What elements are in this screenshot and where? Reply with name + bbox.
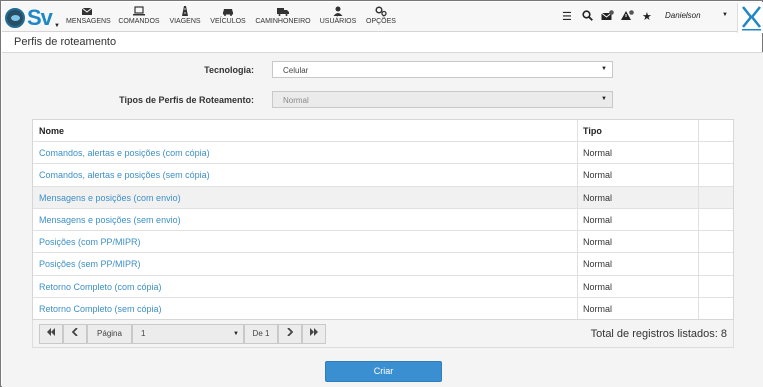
row-tipo: Normal: [578, 275, 699, 298]
envelope-icon: [81, 7, 93, 15]
row-tipo: Normal: [578, 164, 699, 186]
row-actions-cell: [699, 253, 733, 274]
row-tipo: Normal: [578, 208, 699, 231]
nav-viagens-label: VIAGENS: [169, 18, 201, 25]
row-tipo: Normal: [578, 231, 699, 253]
brand-logo-icon: [737, 3, 763, 33]
pagination-bar: Página 1 ▼ De 1 Total de registros lista…: [32, 320, 734, 348]
row-nome-link[interactable]: Retorno Completo (com cópia): [33, 275, 578, 298]
column-header-tipo[interactable]: Tipo: [578, 120, 699, 141]
table-row[interactable]: Mensagens e posições (sem envio) Normal: [33, 207, 733, 231]
user-icon: [333, 6, 343, 16]
table-row[interactable]: Mensagens e posições (com envio) Normal: [33, 185, 733, 208]
nav-opcoes-label: OPÇÕES: [366, 18, 396, 25]
table-row[interactable]: Comandos, alertas e posições (com cópia)…: [33, 141, 733, 164]
row-nome-link[interactable]: Posições (sem PP/MIPR): [33, 253, 578, 275]
nav-comandos-label: COMANDOS: [118, 18, 160, 25]
cogs-icon: [375, 6, 387, 16]
alert-notification-icon[interactable]: [621, 10, 634, 24]
table-row[interactable]: Posições (com PP/MIPR) Normal: [33, 230, 733, 253]
row-actions-cell: [699, 142, 733, 163]
logo-text: Sv: [27, 4, 53, 30]
logo-globe-icon: [5, 7, 25, 28]
user-name[interactable]: Danielson: [665, 11, 701, 20]
row-actions-cell: [699, 164, 733, 185]
tecnologia-select-value: Celular: [283, 66, 309, 75]
row-actions-cell: [699, 276, 733, 297]
chevron-down-icon: ▼: [601, 66, 607, 72]
nav-mensagens[interactable]: MENSAGENS: [66, 6, 111, 26]
chevron-down-icon: ▼: [601, 96, 607, 102]
row-actions-cell: [699, 298, 733, 319]
app-logo[interactable]: Sv: [5, 4, 61, 31]
truck-icon: [277, 8, 289, 16]
row-actions-cell: [699, 187, 733, 208]
nav-opcoes[interactable]: OPÇÕES: [366, 6, 396, 26]
chevron-right-icon: [287, 327, 294, 337]
total-records: Total de registros listados: 8: [590, 328, 727, 340]
row-nome-link[interactable]: Retorno Completo (sem cópia): [33, 298, 578, 320]
nav-usuarios[interactable]: USUÁRIOS: [319, 6, 357, 26]
nav-comandos[interactable]: COMANDOS: [118, 6, 160, 26]
page-select-value: 1: [141, 329, 146, 338]
laptop-icon: [133, 6, 145, 16]
last-page-button[interactable]: [302, 324, 326, 344]
tipos-select: Normal ▼: [272, 91, 613, 108]
profiles-table: Nome Tipo Comandos, alertas e posições (…: [32, 119, 734, 321]
row-nome-link[interactable]: Mensagens e posições (sem envio): [33, 208, 578, 231]
double-chevron-right-icon: [310, 328, 318, 336]
row-tipo: Normal: [578, 298, 699, 320]
search-icon[interactable]: [582, 10, 593, 24]
tipos-select-value: Normal: [283, 96, 309, 105]
list-icon[interactable]: ☰: [562, 10, 572, 23]
table-row[interactable]: Retorno Completo (com cópia) Normal: [33, 274, 733, 298]
page-of-label: De 1: [244, 324, 278, 344]
tecnologia-label: Tecnologia:: [204, 65, 254, 75]
app-window: Sv ▼ MENSAGENS COMANDOS VIAGENS VEÍCULOS…: [0, 0, 763, 387]
table-row[interactable]: Retorno Completo (sem cópia) Normal: [33, 297, 733, 320]
table-row[interactable]: Posições (sem PP/MIPR) Normal: [33, 252, 733, 275]
row-nome-link[interactable]: Mensagens e posições (com envio): [33, 186, 578, 208]
nav-caminhoneiro[interactable]: CAMINHONEIRO: [255, 6, 311, 26]
page-label: Página: [87, 324, 132, 344]
table-row[interactable]: Comandos, alertas e posições (sem cópia)…: [33, 163, 733, 186]
row-tipo: Normal: [578, 186, 699, 208]
row-tipo: Normal: [578, 253, 699, 275]
nav-viagens[interactable]: VIAGENS: [169, 6, 201, 26]
table-header: Nome Tipo: [33, 120, 733, 141]
row-nome-link[interactable]: Comandos, alertas e posições (com cópia): [33, 142, 578, 164]
tipos-label: Tipos de Perfis de Roteamento:: [119, 95, 254, 105]
nav-mensagens-label: MENSAGENS: [66, 18, 111, 25]
nav-veiculos-label: VEÍCULOS: [210, 18, 246, 25]
chevron-left-icon: [71, 327, 78, 337]
first-page-button[interactable]: [39, 324, 63, 344]
car-icon: [223, 9, 233, 16]
star-icon[interactable]: ★: [642, 10, 652, 23]
user-menu-chevron-icon[interactable]: ▼: [722, 12, 728, 18]
row-actions-cell: [699, 231, 733, 252]
create-button[interactable]: Criar: [325, 361, 442, 382]
previous-page-button[interactable]: [63, 324, 87, 344]
mail-notification-icon[interactable]: [601, 10, 614, 24]
row-actions-cell: [699, 209, 733, 230]
row-nome-link[interactable]: Posições (com PP/MIPR): [33, 231, 578, 253]
top-navbar: Sv ▼ MENSAGENS COMANDOS VIAGENS VEÍCULOS…: [2, 2, 763, 33]
page-title: Perfis de roteamento: [14, 36, 117, 48]
column-header-actions: [699, 120, 733, 141]
next-page-button[interactable]: [278, 324, 302, 344]
tecnologia-select[interactable]: Celular ▼: [272, 61, 613, 78]
row-tipo: Normal: [578, 142, 699, 164]
nav-usuarios-label: USUÁRIOS: [319, 18, 357, 25]
page-select[interactable]: 1 ▼: [132, 324, 244, 344]
nav-caminhoneiro-label: CAMINHONEIRO: [255, 18, 311, 25]
chevron-down-icon: ▼: [233, 331, 239, 337]
column-header-nome[interactable]: Nome: [33, 120, 578, 141]
chevron-down-icon[interactable]: ▼: [54, 23, 60, 29]
road-icon: [182, 6, 188, 16]
double-chevron-left-icon: [47, 328, 55, 336]
nav-veiculos[interactable]: VEÍCULOS: [210, 6, 246, 26]
row-nome-link[interactable]: Comandos, alertas e posições (sem cópia): [33, 164, 578, 186]
